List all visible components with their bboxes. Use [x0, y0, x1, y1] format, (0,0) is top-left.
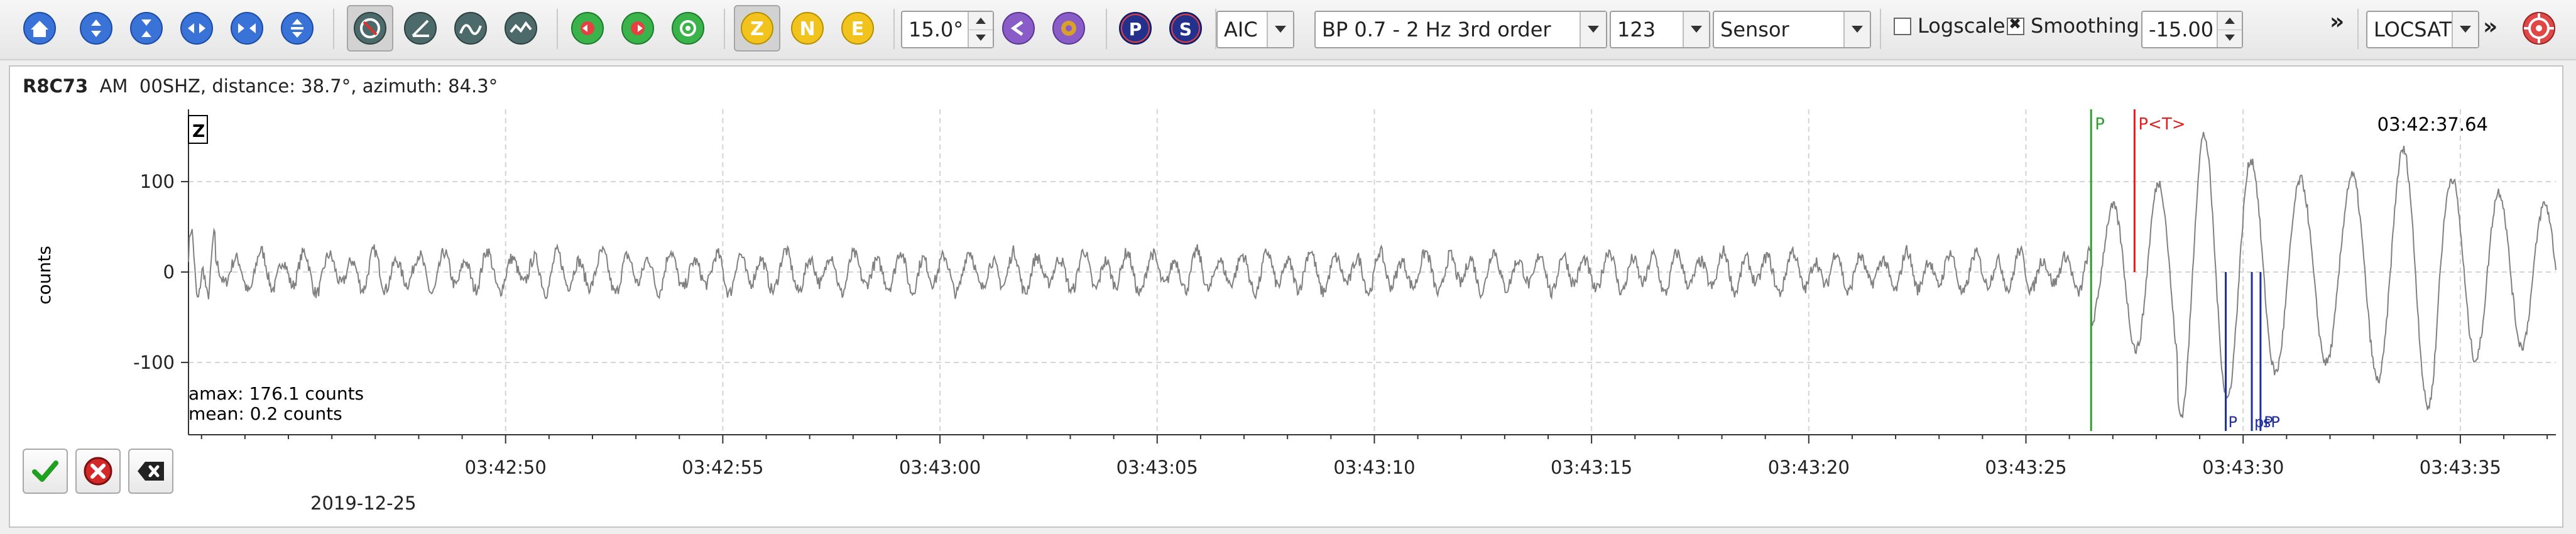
x-tick-label: 03:43:35	[2420, 457, 2501, 478]
amax-label: amax: 176.1 counts	[188, 383, 364, 404]
channel-combo[interactable]: 123	[1610, 11, 1710, 48]
angle-spinbox[interactable]: 15.0°	[901, 11, 994, 48]
pick-p-label: P	[1129, 19, 1142, 40]
component-z-label: Z	[750, 18, 764, 40]
rotate-zrt-icon[interactable]	[614, 5, 661, 52]
filter-value: BP 0.7 - 2 Hz 3rd order	[1322, 18, 1551, 41]
offset-down-icon[interactable]	[2218, 30, 2242, 47]
y-tick-label: 0	[163, 261, 175, 283]
expand-vertical-icon[interactable]	[73, 5, 119, 52]
logscale-label: Logscale	[1918, 14, 2006, 38]
pick-label: P	[2229, 413, 2237, 431]
chevron-down-icon[interactable]	[1683, 12, 1709, 47]
pick-label: P	[2095, 115, 2105, 134]
unit-combo[interactable]: Sensor	[1713, 11, 1871, 48]
seismogram-chart[interactable]: 100 0 -100 03:42:50 03:42:55 03:43:00 03:43:05…	[10, 67, 2562, 526]
pick-s-label: S	[1179, 19, 1192, 40]
rotate-lqt-icon[interactable]	[665, 5, 711, 52]
time-offset-spinbox[interactable]: -15.00	[2141, 11, 2243, 48]
expand-horizontal-icon[interactable]	[173, 5, 220, 52]
pick-s-button[interactable]: S	[1162, 5, 1209, 52]
channel-combo-value: 123	[1617, 18, 1656, 41]
pick-label: P<T>	[2138, 115, 2185, 134]
locator-combo[interactable]: LOCSAT	[2366, 11, 2479, 48]
fit-vertical-icon[interactable]	[274, 5, 320, 52]
pick-p-button[interactable]: P	[1112, 5, 1159, 52]
axes: 100 0 -100 03:42:50 03:42:55 03:43:00 03:43:05…	[133, 109, 2556, 478]
x-tick-label: 03:42:50	[465, 457, 547, 478]
phase-left-icon[interactable]	[995, 5, 1042, 52]
angle-down-icon[interactable]	[969, 30, 993, 47]
offset-up-icon[interactable]	[2218, 12, 2242, 30]
smoothing-label: Smoothing	[2031, 14, 2139, 38]
toggle-filter-icon[interactable]	[347, 5, 393, 52]
filter-combo[interactable]: BP 0.7 - 2 Hz 3rd order	[1314, 11, 1607, 48]
x-tick-label: 03:43:10	[1333, 457, 1415, 478]
x-tick-label: 03:43:15	[1551, 457, 1632, 478]
time-offset-value: -15.00	[2149, 18, 2214, 41]
compress-horizontal-icon[interactable]	[224, 5, 270, 52]
compress-vertical-icon[interactable]	[123, 5, 170, 52]
component-e-label: E	[851, 18, 865, 40]
y-tick-label: -100	[133, 352, 175, 373]
locator-value: LOCSAT	[2374, 18, 2452, 41]
x-tick-label: 03:43:25	[1985, 457, 2066, 478]
reject-button[interactable]	[75, 449, 121, 494]
x-tick-label: 03:43:30	[2202, 457, 2284, 478]
rotate-zne-icon[interactable]	[564, 5, 611, 52]
phase-picks: P P<T>P pPsP	[2090, 109, 2280, 431]
mean-label: mean: 0.2 counts	[188, 403, 342, 424]
angle-up-icon[interactable]	[969, 12, 993, 30]
x-tick-label: 03:42:55	[682, 457, 763, 478]
y-axis-label: counts	[34, 246, 55, 305]
time-readout: 03:42:37.64	[2377, 114, 2488, 135]
home-icon[interactable]	[16, 5, 63, 52]
waveform-line	[188, 132, 2557, 418]
phase-settings-icon[interactable]	[1045, 5, 1092, 52]
toolbar-overflow-2-icon[interactable]: »	[2483, 14, 2497, 40]
spectrogram-icon[interactable]	[498, 5, 544, 52]
component-n-label: N	[799, 18, 815, 40]
chevron-down-icon[interactable]	[1843, 12, 1870, 47]
x-tick-label: 03:43:05	[1116, 457, 1198, 478]
unit-combo-value: Sensor	[1720, 18, 1789, 41]
x-tick-label: 03:43:00	[899, 457, 981, 478]
toolbar: Z N E 15.0° P S AIC BP 0.7 - 2 Hz 3rd or…	[0, 0, 2576, 60]
trace-panel: R8C73 AM 00SHZ, distance: 38.7°, azimuth…	[9, 65, 2563, 528]
spectrum-icon[interactable]	[447, 5, 494, 52]
logscale-checkbox[interactable]	[1894, 18, 1911, 35]
backspace-icon	[138, 462, 164, 481]
filter-method-combo[interactable]: AIC	[1216, 11, 1294, 48]
filter-method-value: AIC	[1224, 18, 1258, 41]
chevron-down-icon[interactable]	[1580, 12, 1606, 47]
smoothing-checkbox[interactable]	[2007, 15, 2024, 35]
accept-button[interactable]	[23, 449, 68, 494]
angle-value: 15.0°	[909, 18, 964, 41]
target-icon[interactable]	[2516, 5, 2562, 52]
component-n-button[interactable]: N	[784, 5, 831, 52]
component-z-button[interactable]: Z	[734, 5, 780, 52]
check-icon	[32, 460, 58, 482]
pick-label: sP	[2263, 413, 2280, 431]
component-e-button[interactable]: E	[834, 5, 881, 52]
y-tick-label: 100	[140, 171, 175, 192]
waveform	[188, 132, 2557, 418]
delete-button[interactable]	[128, 449, 173, 494]
angle-tool-icon[interactable]	[397, 5, 444, 52]
toolbar-overflow-icon[interactable]: »	[2330, 9, 2344, 35]
grid	[188, 109, 2556, 435]
x-tick-label: 03:43:20	[1768, 457, 1850, 478]
chevron-down-icon[interactable]	[1267, 12, 1293, 47]
date-label: 2019-12-25	[310, 493, 417, 514]
component-badge: Z	[192, 121, 205, 141]
chevron-down-icon[interactable]	[2452, 12, 2478, 47]
